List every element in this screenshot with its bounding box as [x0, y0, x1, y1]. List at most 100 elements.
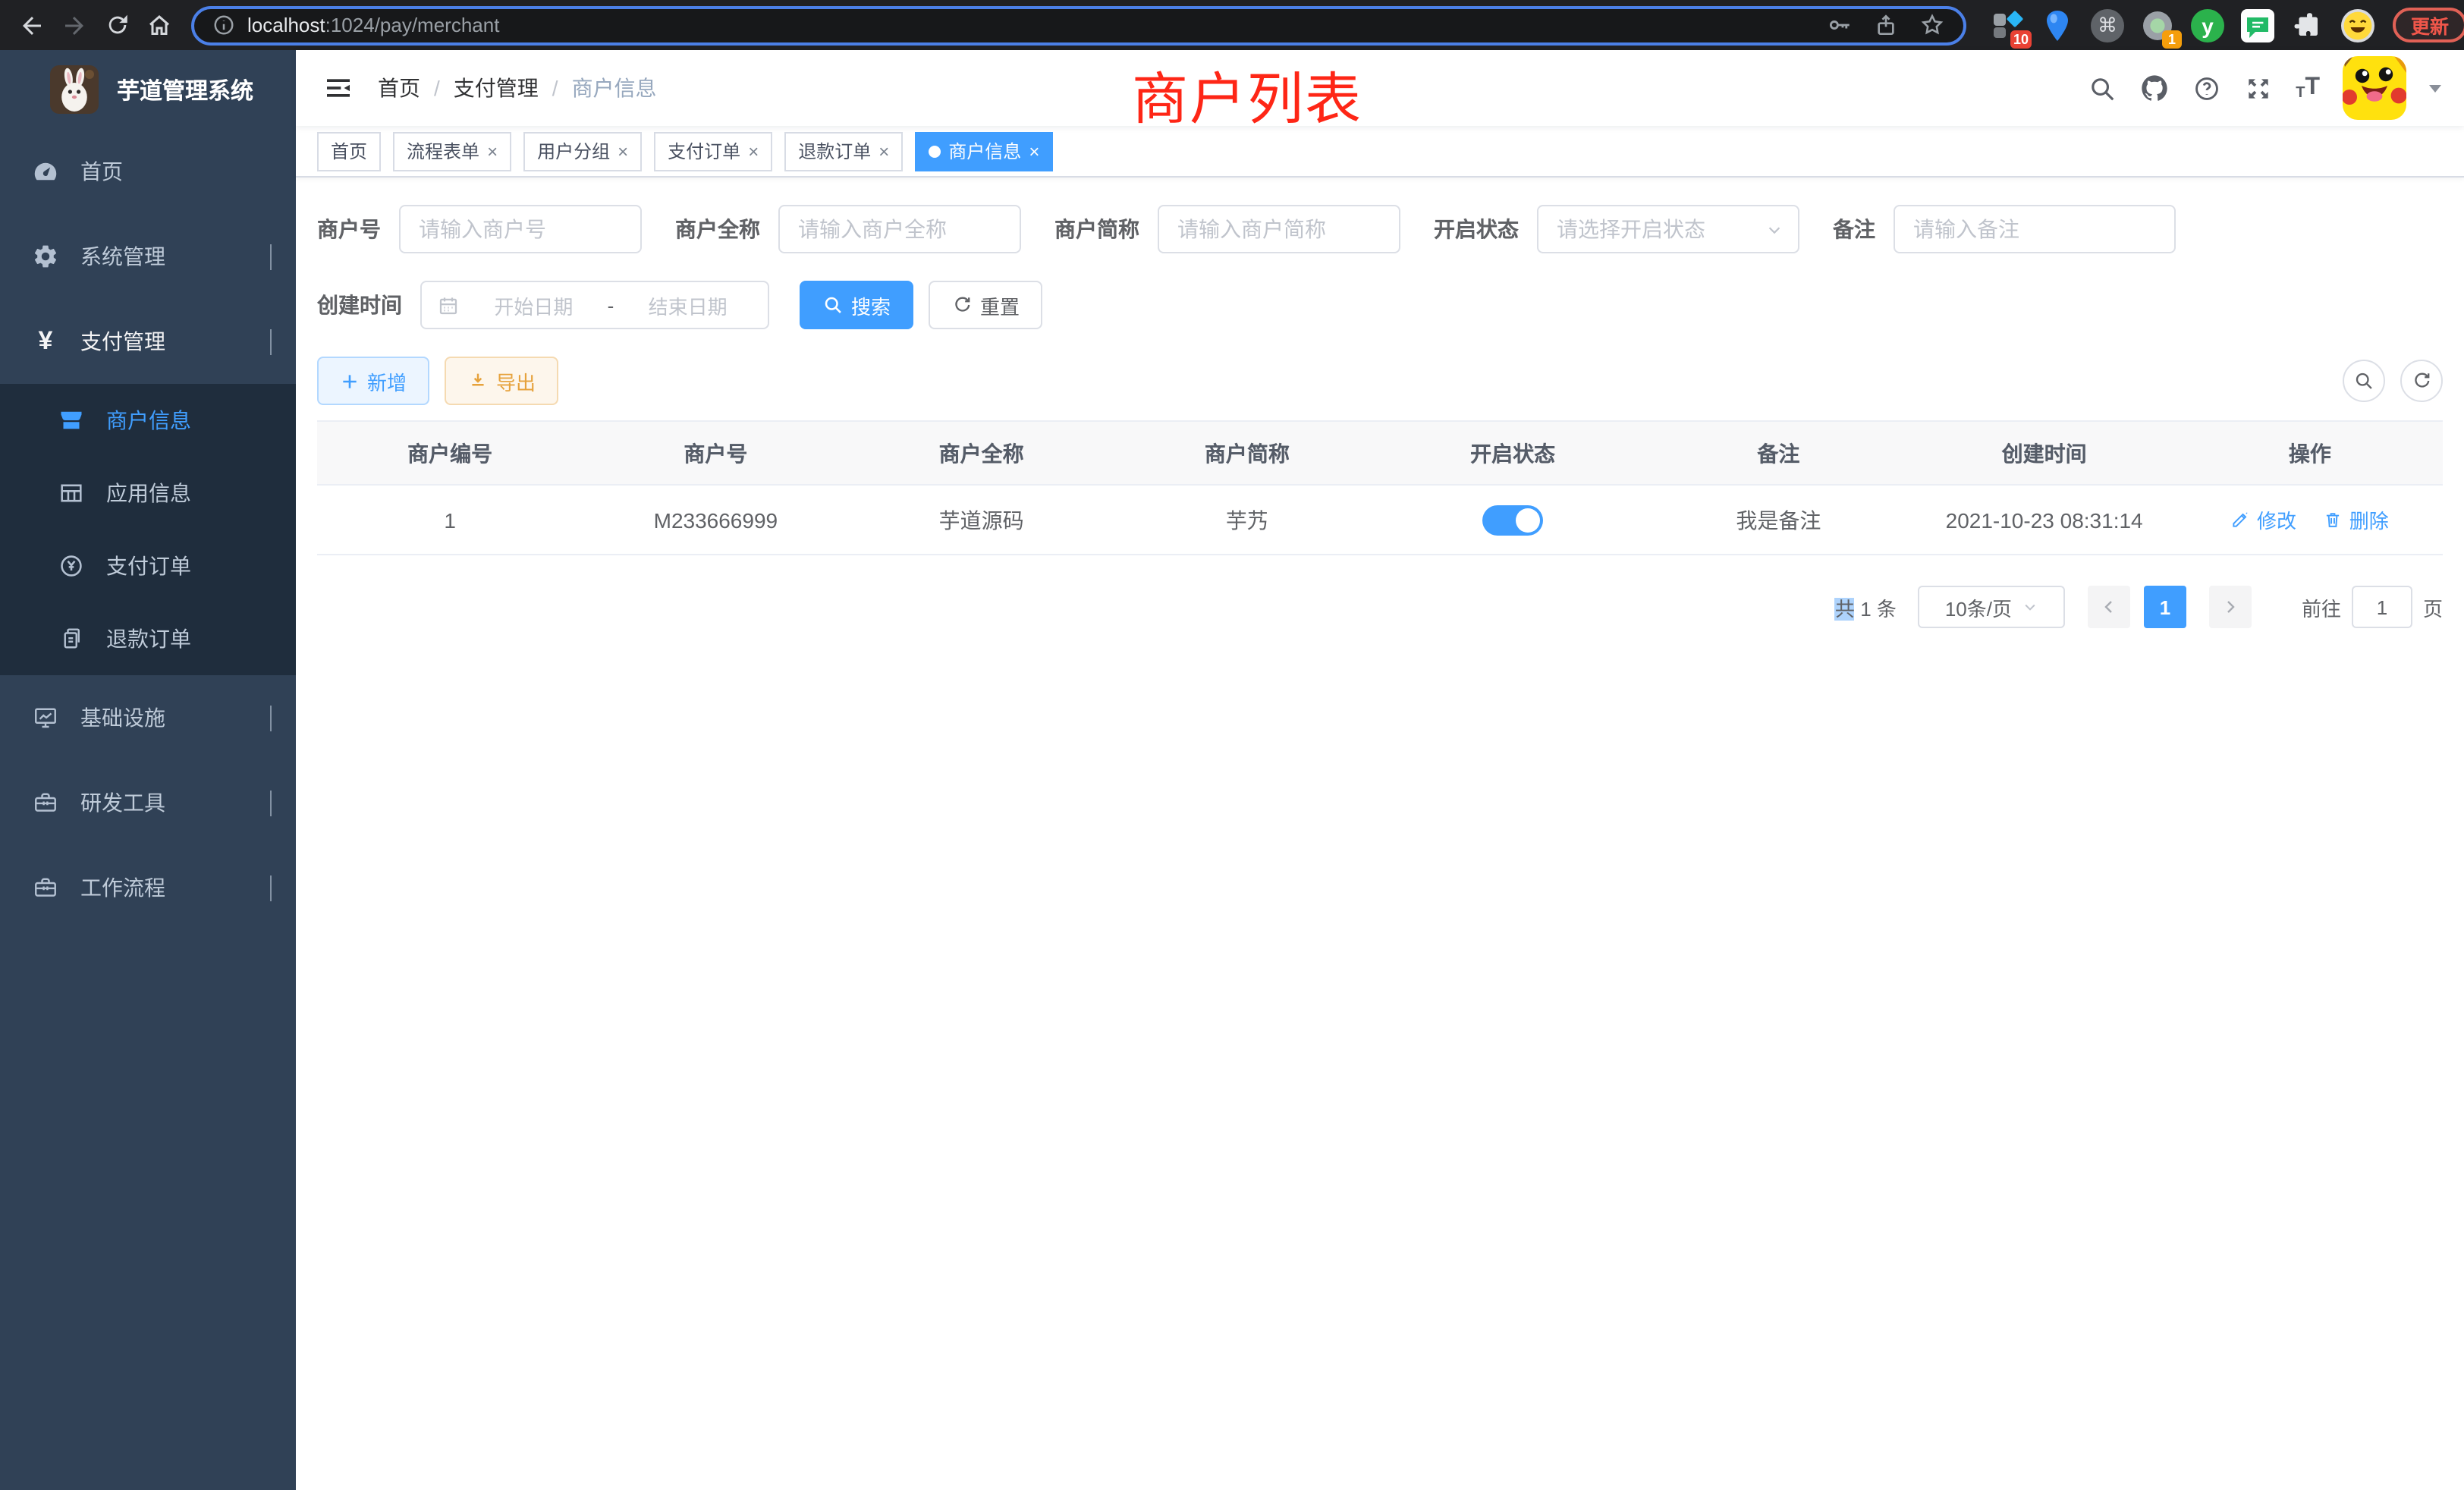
ext-blob-icon[interactable]: 1: [2141, 8, 2174, 42]
ext-command-icon[interactable]: ⌘: [2091, 8, 2124, 42]
help-icon[interactable]: [2192, 74, 2221, 102]
header-search-icon[interactable]: [2088, 74, 2117, 102]
remark-input[interactable]: [1894, 205, 2176, 253]
profile-avatar-icon[interactable]: [2341, 8, 2374, 42]
close-icon[interactable]: ×: [748, 142, 759, 160]
grid-icon: [58, 479, 85, 507]
sidebar-item-workflow[interactable]: 工作流程: [0, 845, 296, 930]
tab-pay-order[interactable]: 支付订单×: [654, 131, 772, 171]
tab-merchant-info[interactable]: 商户信息×: [915, 131, 1053, 171]
status-select[interactable]: 请选择开启状态: [1537, 205, 1799, 253]
sidebar-item-refund-order[interactable]: 退款订单: [0, 602, 296, 675]
sidebar-item-label: 工作流程: [80, 872, 165, 903]
password-key-icon[interactable]: [1827, 12, 1853, 38]
url-bar[interactable]: localhost:1024/pay/merchant: [191, 5, 1966, 45]
user-avatar[interactable]: [2343, 56, 2406, 120]
sidebar-item-label: 退款订单: [106, 624, 191, 654]
chevron-up-icon: [270, 329, 272, 354]
next-page-button[interactable]: [2209, 586, 2252, 628]
merchant-table: 商户编号 商户号 商户全称 商户简称 开启状态 备注 创建时间 操作 1: [317, 420, 2443, 555]
ext-pin-icon[interactable]: [2041, 8, 2074, 42]
table-row: 1 M233666999 芋道源码 芋艿 我是备注 2021-10-23 08:…: [317, 485, 2443, 555]
sidebar-item-pay[interactable]: ¥ 支付管理: [0, 299, 296, 384]
app-logo[interactable]: 芋道管理系统: [0, 50, 296, 129]
full-name-input[interactable]: [778, 205, 1021, 253]
chevron-down-icon: [270, 244, 272, 269]
url-text[interactable]: localhost:1024/pay/merchant: [247, 14, 499, 36]
close-icon[interactable]: ×: [1029, 142, 1039, 160]
tab-user-group[interactable]: 用户分组×: [523, 131, 642, 171]
browser-forward-icon[interactable]: [55, 5, 94, 45]
status-toggle[interactable]: [1482, 505, 1543, 535]
col-merchant-id: 商户编号: [317, 421, 583, 485]
breadcrumb-home[interactable]: 首页: [378, 73, 420, 103]
tab-home[interactable]: 首页: [317, 131, 381, 171]
gear-icon: [32, 243, 59, 270]
active-dot-icon: [929, 145, 941, 157]
tab-process-form[interactable]: 流程表单×: [393, 131, 511, 171]
short-name-input[interactable]: [1158, 205, 1400, 253]
tab-refund-order[interactable]: 退款订单×: [784, 131, 903, 171]
add-button[interactable]: 新增: [317, 357, 429, 405]
sidebar-item-infra[interactable]: 基础设施: [0, 675, 296, 760]
bookmark-star-icon[interactable]: [1919, 12, 1945, 38]
store-icon: [58, 407, 85, 434]
show-search-toggle-button[interactable]: [2343, 360, 2385, 402]
table-header-row: 商户编号 商户号 商户全称 商户简称 开启状态 备注 创建时间 操作: [317, 421, 2443, 485]
fullscreen-icon[interactable]: [2244, 74, 2273, 102]
breadcrumb-pay[interactable]: 支付管理: [454, 73, 539, 103]
close-icon[interactable]: ×: [618, 142, 628, 160]
share-icon[interactable]: [1874, 13, 1898, 37]
close-icon[interactable]: ×: [878, 142, 889, 160]
sidebar-submenu-pay: 商户信息 应用信息 支付订单: [0, 384, 296, 675]
breadcrumb-current: 商户信息: [572, 73, 657, 103]
site-info-icon[interactable]: [212, 14, 235, 36]
cell-merchant-id: 1: [317, 485, 583, 555]
create-time-range-picker[interactable]: 开始日期 - 结束日期: [420, 281, 769, 329]
goto-page-input[interactable]: 1: [2352, 586, 2412, 628]
toolbox-icon: [32, 789, 59, 816]
breadcrumb-separator: /: [552, 76, 558, 100]
avatar-caret-down-icon[interactable]: [2429, 84, 2441, 92]
github-icon[interactable]: [2139, 73, 2170, 103]
sidebar-item-app-info[interactable]: 应用信息: [0, 457, 296, 530]
page-1-button[interactable]: 1: [2144, 586, 2186, 628]
edit-link[interactable]: 修改: [2231, 505, 2296, 534]
browser-home-icon[interactable]: [140, 5, 179, 45]
prev-page-button[interactable]: [2088, 586, 2130, 628]
range-separator: -: [608, 294, 614, 316]
col-create-time: 创建时间: [1912, 421, 2177, 485]
monitor-icon: [32, 704, 59, 731]
browser-back-icon[interactable]: [12, 5, 52, 45]
browser-reload-icon[interactable]: [97, 5, 137, 45]
filter-row-1: 商户号 商户全称 商户简称 开启状态 请选择开启状态: [317, 205, 2443, 253]
page-size-select[interactable]: 10条/页: [1918, 586, 2065, 628]
ext-grid-diamond-icon[interactable]: 10: [1991, 8, 2024, 42]
close-icon[interactable]: ×: [487, 142, 498, 160]
ext-chat-icon[interactable]: [2241, 8, 2274, 42]
filter-row-2: 创建时间 开始日期 - 结束日期 搜索: [317, 281, 2443, 329]
sidebar-item-label: 基础设施: [80, 703, 165, 733]
sidebar-item-pay-order[interactable]: 支付订单: [0, 530, 296, 602]
col-merchant-no: 商户号: [583, 421, 848, 485]
start-date-placeholder: 开始日期: [469, 291, 599, 319]
merchant-no-input[interactable]: [399, 205, 642, 253]
export-button[interactable]: 导出: [445, 357, 558, 405]
delete-link[interactable]: 删除: [2324, 505, 2389, 534]
font-size-icon[interactable]: TT: [2296, 74, 2320, 102]
refresh-button[interactable]: [2400, 360, 2443, 402]
merchant-no-label: 商户号: [317, 214, 381, 244]
sidebar-item-dev-tools[interactable]: 研发工具: [0, 760, 296, 845]
ext-y-icon[interactable]: y: [2191, 8, 2224, 42]
sidebar-item-home[interactable]: 首页: [0, 129, 296, 214]
reset-button[interactable]: 重置: [929, 281, 1042, 329]
search-button[interactable]: 搜索: [800, 281, 913, 329]
top-navbar: 首页 / 支付管理 / 商户信息: [296, 50, 2464, 126]
browser-update-button[interactable]: 更新: [2393, 8, 2464, 42]
sidebar-item-system[interactable]: 系统管理: [0, 214, 296, 299]
extensions-puzzle-icon[interactable]: [2291, 8, 2324, 42]
sidebar-collapse-icon[interactable]: [323, 73, 354, 103]
sidebar-item-merchant-info[interactable]: 商户信息: [0, 384, 296, 457]
col-short-name: 商户简称: [1114, 421, 1380, 485]
sidebar-item-label: 系统管理: [80, 241, 165, 272]
